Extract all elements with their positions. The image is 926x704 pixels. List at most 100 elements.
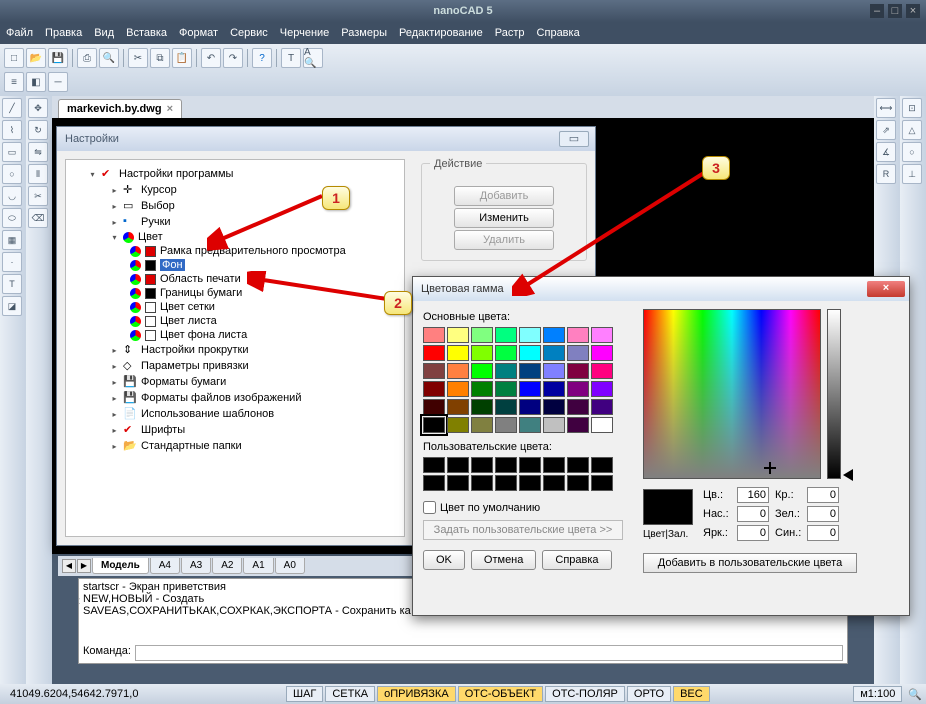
tree-grips[interactable]: ▸▪Ручки xyxy=(70,214,400,230)
custom-color-swatch[interactable] xyxy=(471,475,493,491)
dim-angular-icon[interactable]: ∡ xyxy=(876,142,896,162)
status-scale[interactable]: м1:100 xyxy=(853,686,902,702)
color-dialog-titlebar[interactable]: Цветовая гамма × xyxy=(413,277,909,301)
basic-color-swatch[interactable] xyxy=(591,381,613,397)
g-input[interactable] xyxy=(807,506,839,522)
luminance-slider[interactable] xyxy=(827,309,841,479)
toolbar-color-icon[interactable]: ◧ xyxy=(26,72,46,92)
edit-button[interactable]: Изменить xyxy=(454,208,554,228)
tree-print-area[interactable]: Область печати xyxy=(70,272,400,286)
basic-color-swatch[interactable] xyxy=(591,327,613,343)
basic-color-swatch[interactable] xyxy=(519,327,541,343)
status-toggle[interactable]: ОТС-ОБЪЕКТ xyxy=(458,686,543,702)
toolbar-redo-icon[interactable]: ↷ xyxy=(223,48,243,68)
basic-color-swatch[interactable] xyxy=(471,327,493,343)
tool-offset-icon[interactable]: ⫴ xyxy=(28,164,48,184)
menu-help[interactable]: Справка xyxy=(537,27,580,39)
basic-color-swatch[interactable] xyxy=(495,381,517,397)
basic-color-swatch[interactable] xyxy=(423,363,445,379)
menu-draft[interactable]: Черчение xyxy=(280,27,330,39)
tree-scroll[interactable]: ▸⇕Настройки прокрутки xyxy=(70,342,400,358)
dim-linear-icon[interactable]: ⟷ xyxy=(876,98,896,118)
status-zoom-icon[interactable]: 🔍 xyxy=(908,688,922,701)
toolbar-paste-icon[interactable]: 📋 xyxy=(172,48,192,68)
close-button[interactable]: × xyxy=(906,4,920,18)
custom-color-swatch[interactable] xyxy=(567,457,589,473)
custom-color-swatch[interactable] xyxy=(591,457,613,473)
b-input[interactable] xyxy=(807,525,839,541)
basic-color-swatch[interactable] xyxy=(495,327,517,343)
toolbar-new-icon[interactable]: □ xyxy=(4,48,24,68)
document-tab[interactable]: markevich.by.dwg × xyxy=(58,99,182,118)
color-ok-button[interactable]: OK xyxy=(423,550,465,570)
basic-color-swatch[interactable] xyxy=(423,399,445,415)
tool-rect-icon[interactable]: ▭ xyxy=(2,142,22,162)
basic-color-swatch[interactable] xyxy=(567,345,589,361)
snap-end-icon[interactable]: ⊡ xyxy=(902,98,922,118)
snap-mid-icon[interactable]: △ xyxy=(902,120,922,140)
hue-sat-picker[interactable] xyxy=(643,309,821,479)
basic-color-swatch[interactable] xyxy=(471,345,493,361)
luminance-pointer-icon[interactable] xyxy=(843,469,853,481)
basic-color-swatch[interactable] xyxy=(447,381,469,397)
custom-color-swatch[interactable] xyxy=(591,475,613,491)
menu-edit[interactable]: Правка xyxy=(45,27,82,39)
add-button[interactable]: Добавить xyxy=(454,186,554,206)
basic-color-swatch[interactable] xyxy=(471,381,493,397)
basic-color-swatch[interactable] xyxy=(591,399,613,415)
basic-color-swatch[interactable] xyxy=(567,381,589,397)
snap-center-icon[interactable]: ○ xyxy=(902,142,922,162)
r-input[interactable] xyxy=(807,487,839,503)
dim-radius-icon[interactable]: R xyxy=(876,164,896,184)
status-toggle[interactable]: ОТС-ПОЛЯР xyxy=(545,686,625,702)
sat-input[interactable] xyxy=(737,506,769,522)
custom-color-swatch[interactable] xyxy=(447,457,469,473)
layout-tab-a2[interactable]: A2 xyxy=(212,558,242,574)
tool-text-icon[interactable]: T xyxy=(2,274,22,294)
toolbar-help-icon[interactable]: ? xyxy=(252,48,272,68)
toolbar-copy-icon[interactable]: ⧉ xyxy=(150,48,170,68)
basic-color-swatch[interactable] xyxy=(567,327,589,343)
basic-color-swatch[interactable] xyxy=(591,363,613,379)
menu-dimensions[interactable]: Размеры xyxy=(341,27,387,39)
tree-paper[interactable]: ▸💾Форматы бумаги xyxy=(70,374,400,390)
tree-background[interactable]: Фон xyxy=(70,258,400,272)
basic-color-swatch[interactable] xyxy=(543,381,565,397)
toolbar-layer-icon[interactable]: ≡ xyxy=(4,72,24,92)
basic-color-swatch[interactable] xyxy=(471,417,493,433)
menu-file[interactable]: Файл xyxy=(6,27,33,39)
tool-line-icon[interactable]: ╱ xyxy=(2,98,22,118)
lum-input[interactable] xyxy=(737,525,769,541)
color-close-icon[interactable]: × xyxy=(867,281,905,297)
status-toggle[interactable]: оПРИВЯЗКА xyxy=(377,686,456,702)
settings-dialog-title[interactable]: Настройки ▭ xyxy=(57,127,595,151)
toolbar-find-icon[interactable]: A🔍 xyxy=(303,48,323,68)
basic-color-swatch[interactable] xyxy=(519,345,541,361)
tool-circle-icon[interactable]: ○ xyxy=(2,164,22,184)
tree-fonts[interactable]: ▸Шрифты xyxy=(70,422,400,438)
tree-snap[interactable]: ▸◇Параметры привязки xyxy=(70,358,400,374)
tool-move-icon[interactable]: ✥ xyxy=(28,98,48,118)
basic-color-swatch[interactable] xyxy=(447,399,469,415)
status-toggle[interactable]: ШАГ xyxy=(286,686,323,702)
toolbar-print-icon[interactable]: ⎙ xyxy=(77,48,97,68)
basic-color-swatch[interactable] xyxy=(447,345,469,361)
tool-erase-icon[interactable]: ⌫ xyxy=(28,208,48,228)
basic-color-swatch[interactable] xyxy=(543,327,565,343)
basic-color-swatch[interactable] xyxy=(471,399,493,415)
close-tab-icon[interactable]: × xyxy=(167,103,173,115)
tool-block-icon[interactable]: ◪ xyxy=(2,296,22,316)
status-toggle[interactable]: ОРТО xyxy=(627,686,671,702)
basic-color-swatch[interactable] xyxy=(423,345,445,361)
basic-color-swatch[interactable] xyxy=(519,381,541,397)
custom-color-swatch[interactable] xyxy=(567,475,589,491)
toolbar-linetype-icon[interactable]: ─ xyxy=(48,72,68,92)
tree-root[interactable]: ▾Настройки программы xyxy=(70,166,400,182)
basic-color-swatch[interactable] xyxy=(519,363,541,379)
status-toggle[interactable]: ВЕС xyxy=(673,686,710,702)
basic-color-swatch[interactable] xyxy=(567,363,589,379)
basic-color-swatch[interactable] xyxy=(591,345,613,361)
tree-color[interactable]: ▾Цвет xyxy=(70,230,400,244)
basic-color-swatch[interactable] xyxy=(543,345,565,361)
toolbar-undo-icon[interactable]: ↶ xyxy=(201,48,221,68)
